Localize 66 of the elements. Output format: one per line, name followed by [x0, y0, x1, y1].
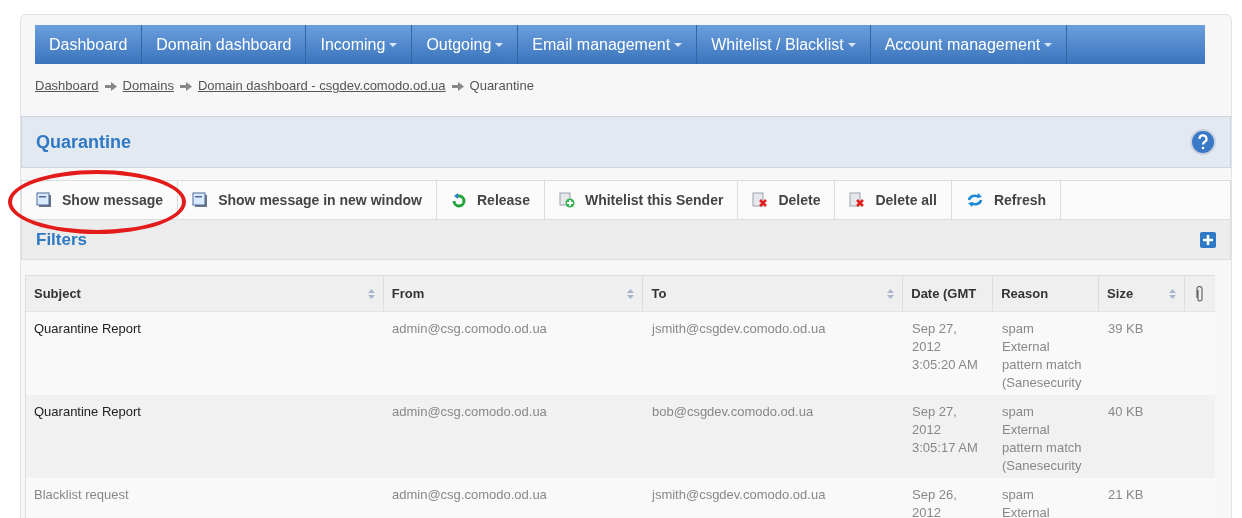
sort-icon: [887, 288, 895, 299]
column-header[interactable]: Reason: [993, 276, 1100, 311]
document-plus-icon: [558, 192, 575, 208]
table-cell-text: admin@csg.comodo.od.ua: [391, 403, 548, 421]
breadcrumb-link[interactable]: Domains: [122, 76, 174, 96]
nav-item[interactable]: Email management: [518, 25, 698, 64]
column-header[interactable]: From: [383, 276, 644, 311]
table-cell-text: Sep 26, 2012: [911, 486, 958, 518]
table-cell-text: Sep 27, 2012 3:05:20 AM: [911, 320, 979, 374]
toolbar-button[interactable]: Delete: [738, 181, 836, 219]
right-arrow-icon: [451, 81, 464, 91]
nav-item[interactable]: Incoming: [306, 25, 413, 64]
filters-title: Filters: [36, 228, 88, 251]
table-cell-text: 39 KB: [1107, 320, 1145, 338]
refresh-icon: [965, 192, 984, 208]
sort-icon: [367, 288, 375, 299]
table-cell-text: admin@csg.comodo.od.ua: [391, 486, 548, 504]
caret-icon: [495, 42, 504, 47]
toolbar-button[interactable]: Refresh: [951, 181, 1062, 219]
toolbar-button[interactable]: Show message in new window: [178, 181, 437, 219]
table-cell-text: spam External: [1001, 486, 1051, 518]
caret-icon: [1044, 42, 1053, 47]
caret-icon: [847, 42, 856, 47]
nav-item[interactable]: Outgoing: [412, 25, 519, 64]
table-cell-text: spam External pattern match (Sanesecurity: [1001, 403, 1083, 475]
right-arrow-icon: [179, 81, 192, 91]
panel-title: Quarantine: [36, 130, 132, 154]
paperclip-icon: [1196, 285, 1205, 302]
message-icon: [192, 192, 209, 208]
toolbar-button[interactable]: Whitelist this Sender: [544, 181, 739, 219]
nav-item[interactable]: Domain dashboard: [142, 25, 307, 64]
column-header[interactable]: Size: [1099, 276, 1186, 311]
caret-icon: [389, 42, 398, 47]
table-cell-text: jsmith@csgdev.comodo.od.ua: [650, 320, 827, 338]
table-cell-text: Sep 27, 2012 3:05:17 AM: [911, 403, 979, 457]
breadcrumb-link[interactable]: Dashboard: [35, 76, 99, 96]
table-cell-text: admin@csg.comodo.od.ua: [391, 320, 548, 338]
help-icon[interactable]: [1190, 129, 1216, 155]
document-cross-icon: [849, 192, 866, 208]
table-cell-text: Blacklist request: [33, 486, 130, 504]
toolbar-button[interactable]: Show message: [22, 181, 179, 219]
sort-icon: [627, 288, 635, 299]
nav-item[interactable]: Account management: [870, 25, 1068, 64]
table-cell-text: 21 KB: [1107, 486, 1145, 504]
column-header[interactable]: Subject: [26, 276, 384, 311]
sort-icon: [1169, 288, 1177, 299]
table-cell-text: Quarantine Report: [33, 403, 142, 421]
table-cell-text: spam External pattern match (Sanesecurity: [1001, 320, 1083, 392]
breadcrumb-link[interactable]: Domain dashboard - csgdev.comodo.od.ua: [197, 76, 446, 96]
circular-arrow-icon: [451, 192, 467, 208]
table-cell-text: jsmith@csgdev.comodo.od.ua: [650, 486, 827, 504]
document-cross-icon: [752, 192, 769, 208]
column-header[interactable]: Date (GMT: [903, 276, 994, 311]
expand-plus-icon[interactable]: [1200, 231, 1216, 248]
toolbar-button[interactable]: Delete all: [835, 181, 952, 219]
breadcrumb-current: Quarantine: [469, 77, 534, 96]
table-cell-text: 40 KB: [1107, 403, 1145, 421]
table-cell-text: Quarantine Report: [33, 320, 142, 338]
nav-item[interactable]: Whitelist / Blacklist: [697, 25, 871, 64]
column-header[interactable]: To: [643, 276, 904, 311]
right-arrow-icon: [104, 81, 117, 91]
caret-icon: [674, 42, 683, 47]
table-cell-text: bob@csgdev.comodo.od.ua: [651, 403, 815, 421]
nav-item[interactable]: Dashboard: [35, 25, 143, 64]
message-icon: [36, 192, 52, 208]
toolbar-button[interactable]: Release: [437, 181, 545, 219]
